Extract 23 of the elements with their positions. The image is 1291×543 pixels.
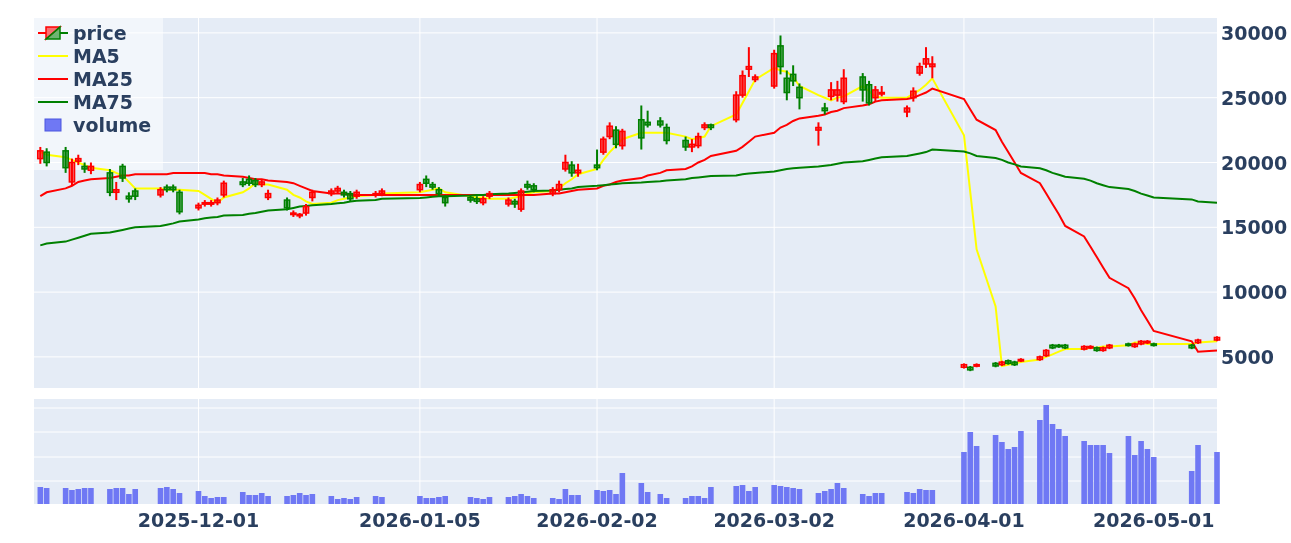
axis-tick-label: 15000 bbox=[1221, 216, 1288, 239]
axis-tick-label: 2026-05-01 bbox=[1092, 509, 1215, 531]
axis-tick-label: 2026-03-02 bbox=[713, 509, 835, 531]
candlestick bbox=[815, 121, 822, 147]
axis-tick-label: 10000 bbox=[1221, 281, 1288, 304]
axis-tick-label: 2026-04-01 bbox=[903, 509, 1025, 531]
line-icon bbox=[38, 54, 68, 58]
legend-label: MA25 bbox=[73, 68, 134, 90]
line-icon bbox=[38, 77, 68, 81]
legend-label: volume bbox=[73, 114, 152, 136]
legend-label: MA75 bbox=[73, 91, 134, 113]
axis-tick-label: 2026-02-02 bbox=[536, 509, 658, 531]
axis-tick-label: 25000 bbox=[1221, 86, 1288, 109]
legend-label: MA5 bbox=[73, 45, 120, 67]
axis-tick-label: 30000 bbox=[1221, 21, 1288, 44]
line-icon bbox=[38, 100, 68, 104]
axis-tick-label: 2025-12-01 bbox=[137, 509, 260, 531]
axis-tick-label: 5000 bbox=[1221, 345, 1274, 368]
axis-tick-label: 20000 bbox=[1221, 151, 1288, 174]
candlestick-icon bbox=[38, 25, 68, 41]
candlestick bbox=[1213, 335, 1221, 343]
legend-label: price bbox=[73, 22, 127, 44]
axis-tick-label: 2026-01-05 bbox=[359, 509, 481, 531]
